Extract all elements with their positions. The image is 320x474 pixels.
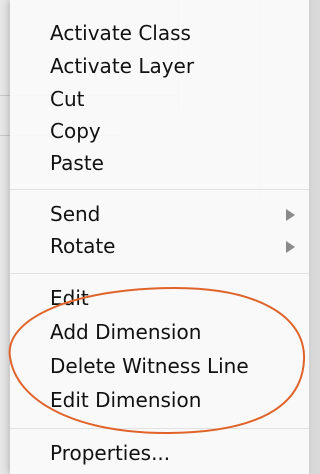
submenu-arrow-icon bbox=[286, 209, 295, 221]
menu-item-activate-layer[interactable]: Activate Layer bbox=[10, 50, 309, 83]
menu-item-edit[interactable]: Edit bbox=[10, 282, 309, 315]
menu-item-label: Delete Witness Line bbox=[50, 354, 249, 378]
menu-item-label: Cut bbox=[50, 87, 85, 111]
menu-separator bbox=[10, 189, 309, 190]
menu-item-properties[interactable]: Properties... bbox=[10, 437, 309, 470]
context-menu: Activate Class Activate Layer Cut Copy P… bbox=[10, 0, 309, 474]
menu-item-cut[interactable]: Cut bbox=[10, 83, 309, 116]
menu-item-rotate[interactable]: Rotate bbox=[10, 230, 309, 263]
menu-item-activate-class[interactable]: Activate Class bbox=[10, 17, 309, 50]
menu-item-label: Send bbox=[50, 202, 101, 226]
menu-item-paste[interactable]: Paste bbox=[10, 147, 309, 180]
menu-separator bbox=[10, 273, 309, 274]
menu-item-edit-dimension[interactable]: Edit Dimension bbox=[10, 384, 309, 417]
menu-item-add-dimension[interactable]: Add Dimension bbox=[10, 316, 309, 349]
menu-item-copy[interactable]: Copy bbox=[10, 115, 309, 148]
menu-separator bbox=[10, 428, 309, 429]
menu-item-label: Activate Class bbox=[50, 21, 191, 45]
menu-item-label: Add Dimension bbox=[50, 320, 202, 344]
menu-item-label: Edit Dimension bbox=[50, 388, 202, 412]
menu-item-label: Copy bbox=[50, 119, 101, 143]
menu-item-label: Activate Layer bbox=[50, 54, 195, 78]
submenu-arrow-icon bbox=[286, 241, 295, 253]
menu-item-label: Paste bbox=[50, 151, 104, 175]
menu-item-label: Properties... bbox=[50, 441, 171, 465]
menu-item-send[interactable]: Send bbox=[10, 198, 309, 231]
menu-item-delete-witness-line[interactable]: Delete Witness Line bbox=[10, 350, 309, 383]
menu-item-label: Rotate bbox=[50, 234, 116, 258]
menu-item-label: Edit bbox=[50, 286, 89, 310]
